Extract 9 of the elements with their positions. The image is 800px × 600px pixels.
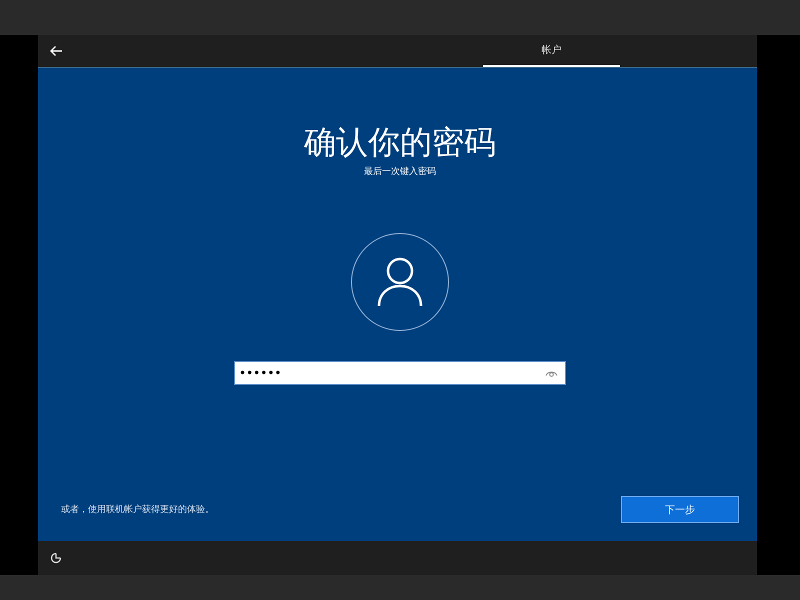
online-account-note: 或者，使用联机帐户获得更好的体验。 [61,504,214,516]
password-field[interactable]: •••••• [234,361,566,385]
eye-icon[interactable] [545,369,558,377]
next-button[interactable]: 下一步 [621,496,739,523]
back-arrow-icon [49,45,63,57]
page-title: 确认你的密码 [304,122,496,162]
person-icon [377,257,423,307]
page-subtitle: 最后一次键入密码 [364,166,436,178]
accessibility-icon[interactable] [50,552,62,564]
